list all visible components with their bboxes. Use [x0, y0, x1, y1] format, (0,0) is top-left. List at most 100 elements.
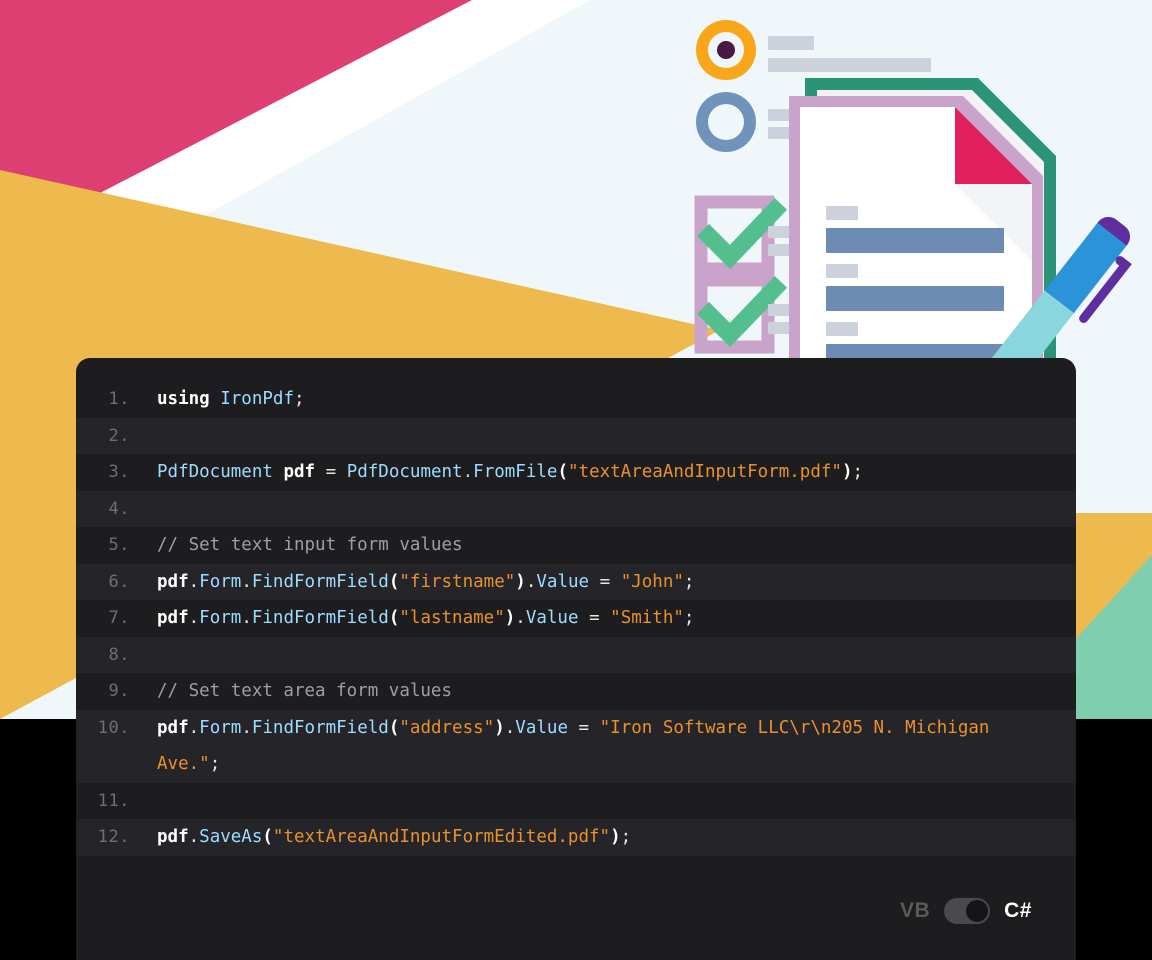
- token-method: FindFormField: [251, 608, 389, 628]
- token-paren-close: ): [610, 827, 621, 847]
- line-number: 5.: [108, 535, 130, 555]
- code-row: 5. // Set text input form values: [76, 527, 1076, 564]
- token-dot: .: [525, 571, 537, 592]
- token-semicolon: ;: [683, 571, 695, 592]
- token-semicolon: ;: [209, 754, 221, 774]
- line-number: 6.: [108, 571, 130, 592]
- line-number: 7.: [108, 608, 130, 628]
- code-line-7[interactable]: pdf.Form.FindFormField("lastname").Value…: [138, 600, 1076, 637]
- token-semicolon: ;: [852, 462, 864, 482]
- code-row: 9. // Set text area form values: [76, 673, 1076, 710]
- token-dot: .: [241, 608, 252, 628]
- code-line-2[interactable]: [138, 418, 1076, 455]
- code-line-6[interactable]: pdf.Form.FindFormField("firstname").Valu…: [138, 564, 1076, 601]
- token-operator: =: [578, 717, 590, 738]
- token-class: PdfDocument: [346, 462, 463, 482]
- code-line-10[interactable]: pdf.Form.FindFormField("address").Value …: [138, 710, 1076, 783]
- token-dot: .: [188, 827, 200, 847]
- token-property-value: Value: [525, 608, 579, 628]
- token-object: pdf: [157, 717, 189, 738]
- token-paren-close: ): [515, 571, 526, 592]
- code-sample-panel: 1. using IronPdf; 2. 3. PdfDocument pdf …: [76, 358, 1076, 960]
- token-method: FromFile: [473, 462, 558, 482]
- token-comment: // Set text input form values: [157, 535, 463, 555]
- code-line-12[interactable]: pdf.SaveAs("textAreaAndInputFormEdited.p…: [138, 819, 1076, 856]
- line-number: 3.: [108, 462, 130, 482]
- code-row: 4.: [76, 490, 1076, 528]
- token-method: SaveAs: [199, 827, 263, 847]
- token-comment: // Set text area form values: [157, 681, 453, 701]
- language-toggle[interactable]: VB C#: [900, 898, 1032, 924]
- code-row: 3. PdfDocument pdf = PdfDocument.FromFil…: [76, 454, 1076, 491]
- code-line-1[interactable]: using IronPdf;: [138, 381, 1076, 418]
- token-string-value: "John": [620, 571, 684, 592]
- code-line-8[interactable]: [138, 637, 1076, 674]
- code-row: 12. pdf.SaveAs("textAreaAndInputFormEdit…: [76, 819, 1076, 856]
- token-string: "address": [399, 717, 495, 738]
- document-form-fields: [826, 206, 1004, 369]
- token-dot: .: [515, 608, 526, 628]
- token-object: pdf: [157, 608, 189, 628]
- token-namespace: IronPdf: [220, 389, 294, 409]
- code-row: 7. pdf.Form.FindFormField("lastname").Va…: [76, 600, 1076, 637]
- token-method: FindFormField: [251, 717, 389, 738]
- code-row: 11.: [76, 783, 1076, 820]
- code-row: 8.: [76, 636, 1076, 674]
- line-number: 11.: [97, 790, 130, 811]
- token-operator: =: [589, 608, 600, 628]
- code-row: 1. using IronPdf;: [76, 381, 1076, 418]
- token-string: "textAreaAndInputForm.pdf": [568, 462, 842, 482]
- token-dot: .: [188, 608, 200, 628]
- token-dot: .: [462, 462, 474, 482]
- token-object: pdf: [157, 827, 189, 847]
- token-property-value: Value: [515, 717, 568, 738]
- line-number: 8.: [108, 644, 130, 665]
- token-paren-open: (: [388, 571, 400, 592]
- token-paren-close: ): [504, 608, 516, 628]
- toggle-knob: [966, 900, 989, 922]
- token-method: FindFormField: [251, 571, 389, 592]
- token-property-form: Form: [199, 608, 242, 628]
- token-property-value: Value: [536, 571, 590, 592]
- token-semicolon: ;: [683, 608, 695, 628]
- token-dot: .: [241, 717, 252, 738]
- token-property-form: Form: [199, 571, 242, 592]
- token-type: PdfDocument: [157, 462, 273, 482]
- token-dot: .: [188, 717, 200, 738]
- radio-selected: [696, 20, 756, 80]
- line-number: 9.: [108, 681, 130, 701]
- token-semicolon: ;: [620, 827, 632, 847]
- line-number: 2.: [108, 425, 130, 446]
- token-operator: =: [599, 571, 611, 592]
- line-number: 12.: [97, 827, 130, 847]
- token-paren-open: (: [262, 827, 273, 847]
- token-keyword: using: [157, 389, 210, 409]
- token-paren-open: (: [557, 462, 568, 482]
- code-row: 10. pdf.Form.FindFormField("address").Va…: [76, 709, 1076, 783]
- code-line-4[interactable]: [138, 491, 1076, 528]
- token-dot: .: [241, 571, 252, 592]
- line-number: 10.: [97, 717, 130, 738]
- token-operator: =: [325, 462, 337, 482]
- language-toggle-switch[interactable]: [944, 898, 991, 924]
- token-variable: pdf: [283, 462, 316, 482]
- code-row: 6. pdf.Form.FindFormField("firstname").V…: [76, 563, 1076, 601]
- code-line-5[interactable]: // Set text input form values: [138, 527, 1076, 564]
- token-object: pdf: [157, 571, 189, 592]
- line-number: 1.: [108, 389, 130, 409]
- token-paren-open: (: [388, 717, 400, 738]
- token-dot: .: [504, 717, 516, 738]
- token-paren-open: (: [388, 608, 400, 628]
- language-label-vb[interactable]: VB: [900, 899, 930, 923]
- code-row: 2.: [76, 417, 1076, 455]
- code-line-3[interactable]: PdfDocument pdf = PdfDocument.FromFile("…: [138, 454, 1076, 491]
- token-paren-close: ): [494, 717, 505, 738]
- line-number: 4.: [108, 498, 130, 519]
- code-lines: 1. using IronPdf; 2. 3. PdfDocument pdf …: [76, 381, 1076, 856]
- language-label-csharp[interactable]: C#: [1004, 899, 1032, 923]
- code-line-11[interactable]: [138, 783, 1076, 820]
- radio-unselected: [696, 92, 756, 152]
- token-string: "firstname": [399, 571, 516, 592]
- code-line-9[interactable]: // Set text area form values: [138, 673, 1076, 710]
- token-property-form: Form: [199, 717, 242, 738]
